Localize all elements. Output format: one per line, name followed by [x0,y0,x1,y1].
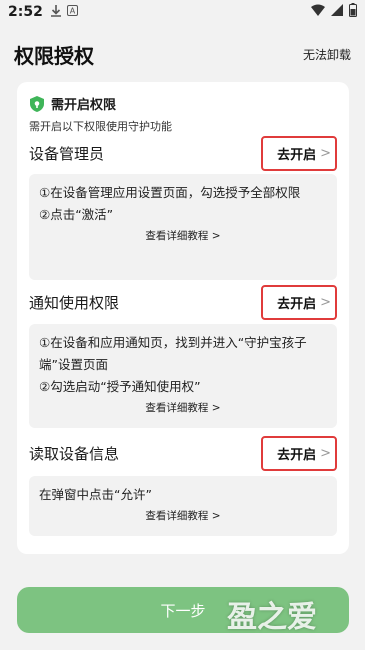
instruction-step: ①在设备和应用通知页，找到并进入“守护宝孩子端”设置页面 [39,335,307,372]
chevron-right-icon: > [320,294,331,310]
app-a-icon: A [66,5,78,19]
instruction-box-notification: ①在设备和应用通知页，找到并进入“守护宝孩子端”设置页面 ②勾选启动“授予通知使… [29,324,337,428]
card-header: 需开启权限 需开启以下权限使用守护功能 [17,82,349,134]
page-title: 权限授权 [14,43,94,68]
tutorial-link[interactable]: 查看详细教程 > [39,508,327,524]
instruction-box-device-info: 在弹窗中点击“允许” 查看详细教程 > [29,476,337,536]
permission-row-device-info: 读取设备信息 去开启 > [17,434,349,472]
open-device-admin-button[interactable]: 去开启 > [261,135,337,171]
watermark-logo: 盈之爱 [192,584,352,644]
instruction-step: ②勾选启动“授予通知使用权” [39,379,201,394]
download-icon [50,4,61,20]
shield-icon [29,95,45,112]
instruction-step: ①在设备管理应用设置页面，勾选授予全部权限 [39,185,301,200]
tutorial-link[interactable]: 查看详细教程 > [39,228,327,244]
card-title: 需开启权限 [51,98,117,113]
permission-row-device-admin: 设备管理员 去开启 > [17,134,349,172]
permission-title: 读取设备信息 [29,444,120,463]
svg-text:A: A [70,7,76,16]
status-time: 2:52 [8,4,43,20]
wifi-icon [311,4,325,20]
permissions-card: 需开启权限 需开启以下权限使用守护功能 设备管理员 去开启 > ①在设备管理应用… [17,82,349,554]
tutorial-link[interactable]: 查看详细教程 > [39,400,327,416]
instruction-box-device-admin: ①在设备管理应用设置页面，勾选授予全部权限 ②点击“激活” 查看详细教程 > [29,174,337,280]
open-button-label: 去开启 [277,296,317,312]
instruction-step: 在弹窗中点击“允许” [39,487,152,502]
uninstall-button[interactable]: 无法卸载 [303,46,351,63]
open-button-label: 去开启 [277,147,317,163]
status-bar: 2:52 A [0,0,365,24]
permission-title: 设备管理员 [29,144,105,163]
permission-row-notification: 通知使用权限 去开启 > [17,283,349,321]
permission-title: 通知使用权限 [29,293,120,312]
app-header: 权限授权 无法卸载 [0,34,365,74]
battery-icon [349,3,357,21]
chevron-right-icon: > [320,445,331,461]
watermark-text: 盈之爱 [227,600,317,635]
chevron-right-icon: > [320,145,331,161]
signal-icon [331,4,343,20]
open-device-info-button[interactable]: 去开启 > [261,435,337,471]
open-button-label: 去开启 [277,447,317,463]
instruction-step: ②点击“激活” [39,207,114,222]
card-subtitle: 需开启以下权限使用守护功能 [29,120,172,133]
open-notification-button[interactable]: 去开启 > [261,284,337,320]
